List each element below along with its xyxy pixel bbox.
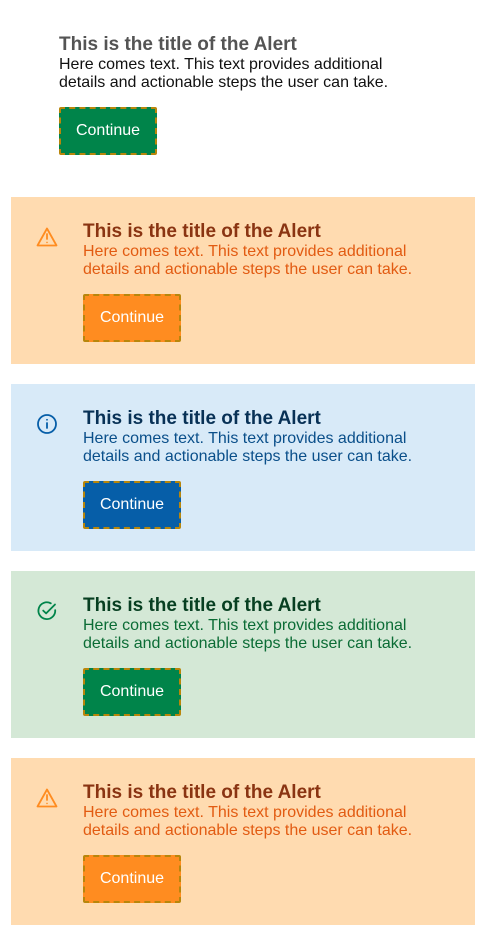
warning-icon xyxy=(35,786,59,810)
alert-content: This is the title of the Alert Here come… xyxy=(59,34,479,155)
info-icon xyxy=(35,412,59,436)
alert-description: Here comes text. This text provides addi… xyxy=(83,430,413,465)
alert-description: Here comes text. This text provides addi… xyxy=(59,56,389,91)
alert-title: This is the title of the Alert xyxy=(83,221,321,242)
warning-alert: This is the title of the Alert Here come… xyxy=(11,197,475,364)
success-alert: This is the title of the Alert Here come… xyxy=(11,571,475,738)
alert-description: Here comes text. This text provides addi… xyxy=(83,617,413,652)
plain-alert: This is the title of the Alert Here come… xyxy=(59,34,479,156)
alert-content: This is the title of the Alert Here come… xyxy=(83,408,453,529)
alert-title: This is the title of the Alert xyxy=(59,34,297,55)
alert-content: This is the title of the Alert Here come… xyxy=(83,221,453,342)
continue-button[interactable]: Continue xyxy=(83,481,181,529)
warning-icon xyxy=(35,225,59,249)
continue-button[interactable]: Continue xyxy=(83,668,181,716)
continue-button[interactable]: Continue xyxy=(59,107,157,155)
alert-content: This is the title of the Alert Here come… xyxy=(83,595,453,716)
continue-button[interactable]: Continue xyxy=(83,855,181,903)
warning-alert: This is the title of the Alert Here come… xyxy=(11,758,475,925)
alert-title: This is the title of the Alert xyxy=(83,595,321,616)
continue-button[interactable]: Continue xyxy=(83,294,181,342)
alert-title: This is the title of the Alert xyxy=(83,408,321,429)
check-circle-icon xyxy=(35,599,59,623)
alert-title: This is the title of the Alert xyxy=(83,782,321,803)
alert-description: Here comes text. This text provides addi… xyxy=(83,804,413,839)
info-alert: This is the title of the Alert Here come… xyxy=(11,384,475,551)
alert-content: This is the title of the Alert Here come… xyxy=(83,782,453,903)
alert-description: Here comes text. This text provides addi… xyxy=(83,243,413,278)
